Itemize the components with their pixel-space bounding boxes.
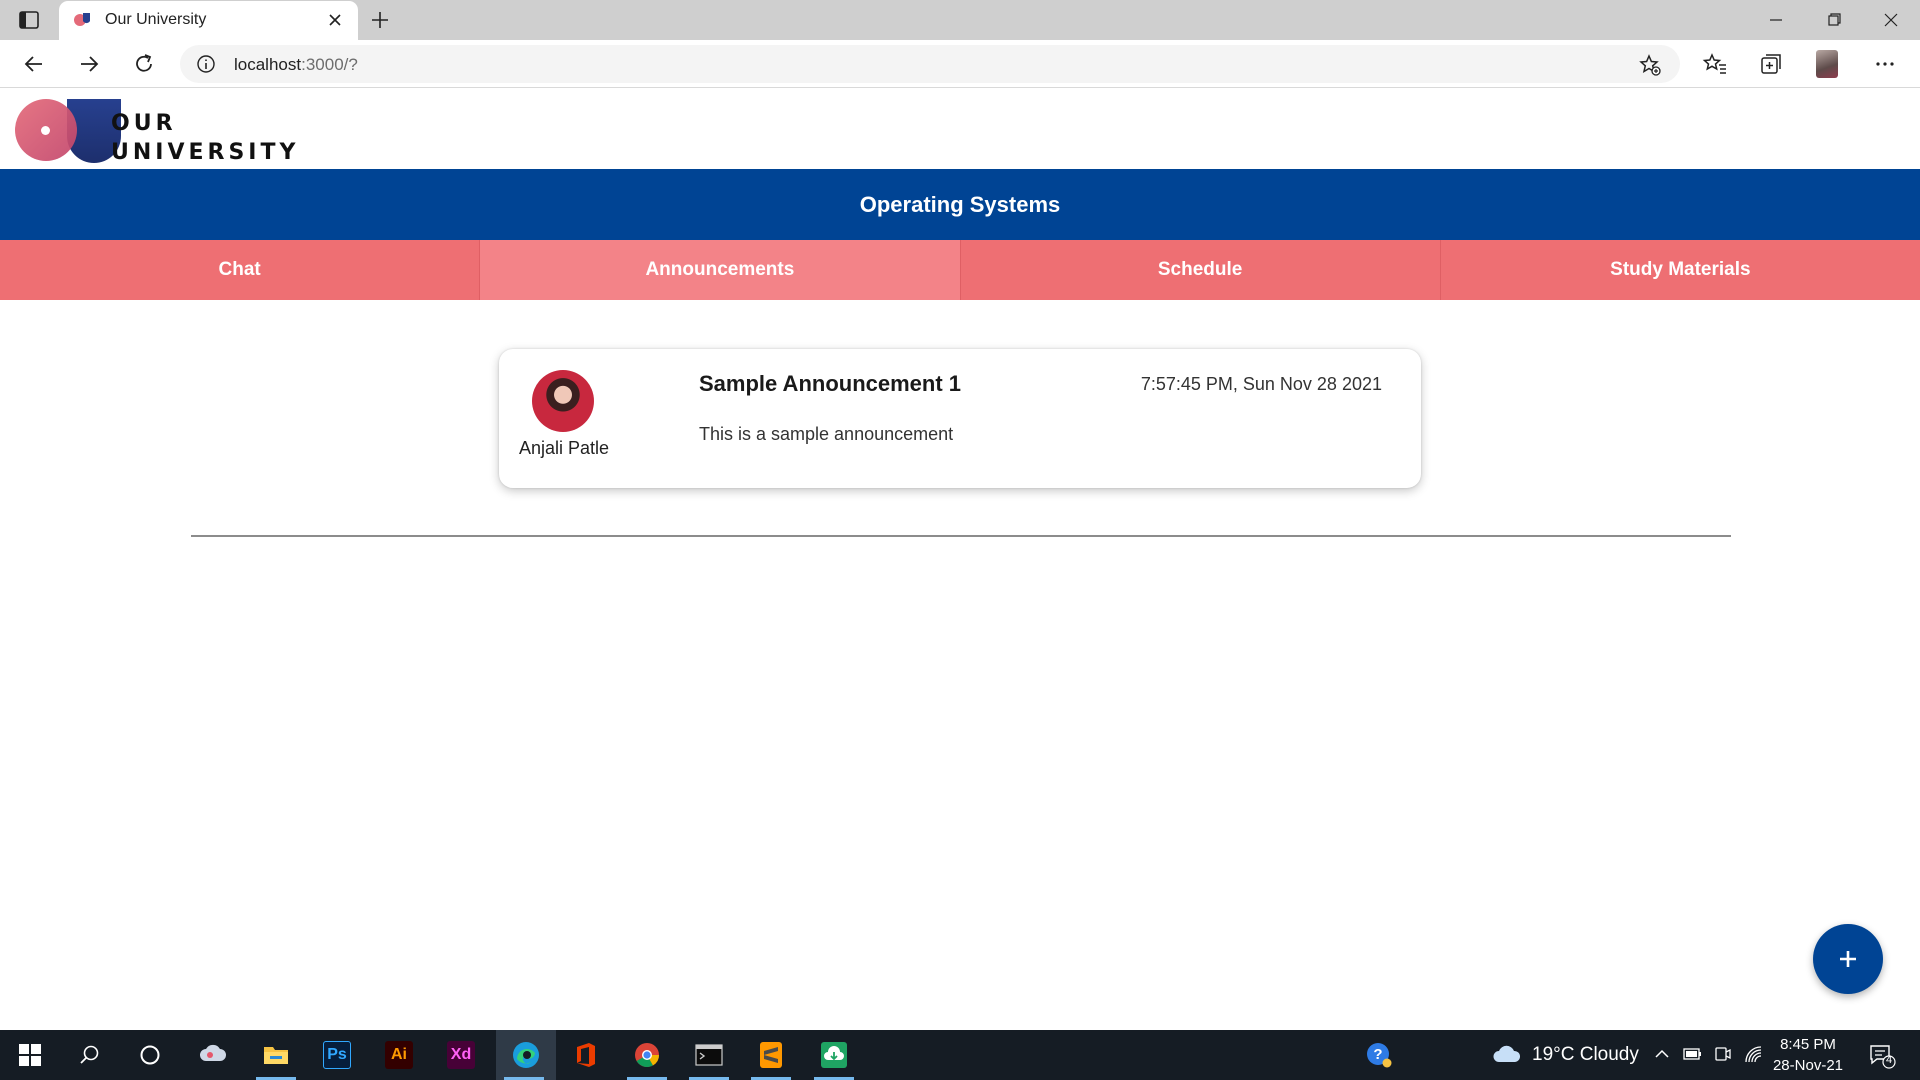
notification-count-badge: 4 — [1885, 1054, 1893, 1066]
favorites-icon[interactable] — [1702, 51, 1728, 77]
add-announcement-button[interactable] — [1813, 924, 1883, 994]
weather-text[interactable]: 19°C Cloudy — [1532, 1044, 1639, 1066]
browser-tab-strip: Our University — [0, 0, 1920, 40]
start-icon[interactable] — [2, 1030, 58, 1080]
course-title: Operating Systems — [859, 191, 1061, 217]
refresh-icon[interactable] — [131, 51, 157, 77]
url-host: localhost — [234, 55, 302, 74]
address-bar[interactable]: localhost:3000/? — [180, 45, 1680, 83]
browser-toolbar: localhost:3000/? — [0, 40, 1920, 88]
tab-study-materials[interactable]: Study Materials — [1440, 240, 1920, 300]
cloud-app-icon[interactable] — [185, 1030, 241, 1080]
tab-title: Our University — [105, 11, 207, 28]
chrome-icon[interactable] — [619, 1030, 675, 1080]
tab-schedule[interactable]: Schedule — [960, 240, 1441, 300]
url-text: localhost:3000/? — [234, 55, 358, 75]
edge-icon[interactable] — [496, 1030, 556, 1080]
cortana-icon[interactable] — [122, 1030, 178, 1080]
svg-text:?: ? — [1373, 1046, 1382, 1063]
battery-icon[interactable] — [1683, 1046, 1703, 1062]
add-favorite-icon[interactable] — [1638, 53, 1662, 77]
browser-tab[interactable]: Our University — [59, 1, 358, 40]
site-info-icon[interactable] — [196, 54, 216, 74]
new-tab-icon[interactable] — [368, 8, 392, 32]
taskbar-clock[interactable]: 8:45 PM 28-Nov-21 — [1760, 1034, 1856, 1076]
course-banner: Operating Systems — [0, 169, 1920, 240]
announcement-body: This is a sample announcement — [699, 424, 954, 444]
profile-avatar[interactable] — [1816, 50, 1838, 78]
chevron-up-icon[interactable] — [1654, 1046, 1670, 1062]
tab-chat[interactable]: Chat — [0, 240, 481, 300]
minimize-icon[interactable] — [1764, 8, 1788, 32]
site-header: OUR UNIVERSITY — [0, 88, 1920, 169]
weather-cloud-icon — [1493, 1045, 1521, 1062]
clock-date: 28-Nov-21 — [1772, 1057, 1844, 1074]
close-tab-icon[interactable] — [326, 11, 344, 29]
url-path: :3000/? — [301, 55, 358, 74]
back-arrow-icon[interactable] — [21, 51, 47, 77]
terminal-icon[interactable] — [681, 1030, 737, 1080]
university-logo[interactable]: OUR UNIVERSITY — [15, 99, 295, 165]
clock-time: 8:45 PM — [1780, 1036, 1836, 1053]
cloud-download-icon[interactable] — [806, 1030, 862, 1080]
site-favicon-icon — [74, 13, 90, 26]
restore-icon[interactable] — [1822, 8, 1846, 32]
logo-dot — [41, 126, 50, 135]
tab-announcements[interactable]: Announcements — [480, 240, 961, 300]
plus-icon — [1840, 951, 1856, 967]
author-avatar — [532, 370, 594, 432]
help-icon[interactable]: ? — [1351, 1030, 1407, 1080]
meet-now-icon[interactable] — [1714, 1045, 1732, 1063]
sublime-icon[interactable] — [743, 1030, 799, 1080]
forward-arrow-icon[interactable] — [76, 51, 102, 77]
collections-icon[interactable] — [1758, 51, 1784, 77]
search-icon[interactable] — [61, 1030, 117, 1080]
logo-line-2: UNIVERSITY — [111, 140, 300, 165]
logo-line-1: OUR — [111, 111, 177, 136]
close-window-icon[interactable] — [1879, 8, 1903, 32]
logo-text: OUR UNIVERSITY — [111, 109, 299, 167]
section-divider — [191, 535, 1731, 537]
tab-actions-icon[interactable] — [18, 9, 40, 31]
more-options-icon[interactable] — [1872, 51, 1898, 77]
xd-icon[interactable]: Xd — [433, 1030, 489, 1080]
author-name: Anjali Patle — [518, 438, 610, 458]
course-nav-tabs: Chat Announcements Schedule Study Materi… — [0, 240, 1920, 300]
announcement-timestamp: 7:57:45 PM, Sun Nov 28 2021 — [1140, 374, 1382, 394]
file-explorer-icon[interactable] — [248, 1030, 304, 1080]
announcement-card[interactable]: Anjali Patle Sample Announcement 1 7:57:… — [499, 349, 1421, 488]
photoshop-icon[interactable]: Ps — [309, 1030, 365, 1080]
illustrator-icon[interactable]: Ai — [371, 1030, 427, 1080]
announcement-title: Sample Announcement 1 — [699, 371, 962, 396]
windows-taskbar: Ps Ai Xd ? 19°C Cloudy 8:45 PM 28-Nov-21… — [0, 1030, 1920, 1080]
office-icon[interactable] — [557, 1030, 613, 1080]
